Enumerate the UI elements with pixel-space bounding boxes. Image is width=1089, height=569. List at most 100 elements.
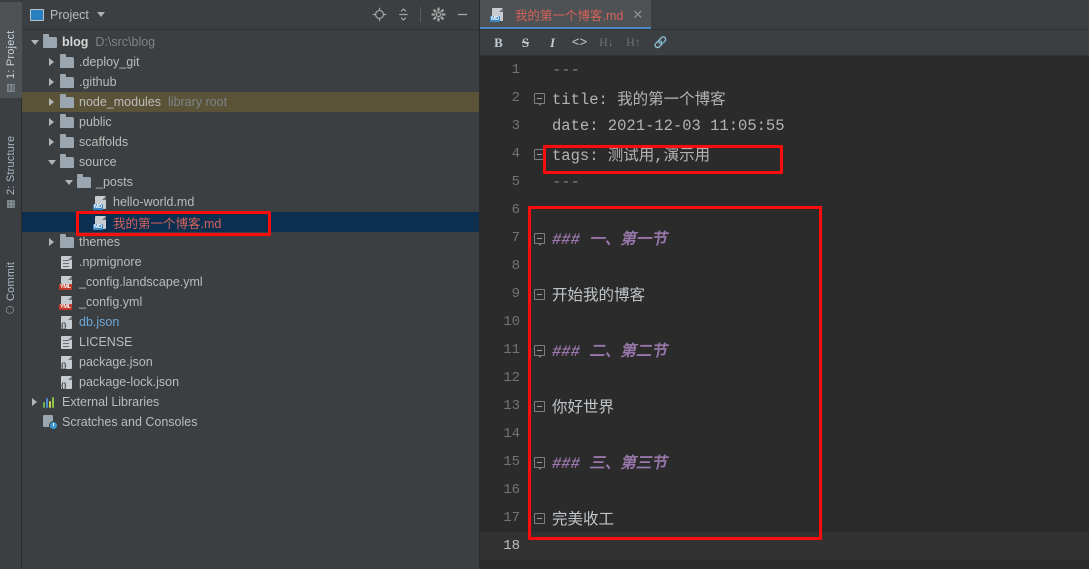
- tree-row-label: Scratches and Consoles: [62, 415, 198, 429]
- fold-toggle-icon[interactable]: [533, 400, 545, 412]
- fold-toggle-icon[interactable]: [533, 512, 545, 524]
- code-line[interactable]: 12: [480, 364, 1089, 392]
- fold-toggle-icon[interactable]: [533, 344, 545, 358]
- project-panel-header: Project: [22, 0, 479, 30]
- tree-expand-arrow-icon[interactable]: [45, 238, 58, 246]
- code-line[interactable]: 17 完美收工: [480, 504, 1089, 532]
- code-line[interactable]: 5 ---: [480, 168, 1089, 196]
- tree-row[interactable]: External Libraries: [22, 392, 479, 412]
- tree-expand-arrow-icon[interactable]: [28, 40, 41, 45]
- tree-row[interactable]: LICENSE: [22, 332, 479, 352]
- rail-tab-project[interactable]: ▤ 1: Project: [0, 2, 22, 98]
- line-number: 12: [503, 370, 520, 386]
- tree-row-label: _config.landscape.yml: [79, 275, 203, 289]
- code-line[interactable]: 10: [480, 308, 1089, 336]
- tree-expand-arrow-icon[interactable]: [45, 58, 58, 66]
- rail-tab-structure[interactable]: ▦ 2: Structure: [0, 104, 22, 214]
- minimize-icon[interactable]: [451, 4, 473, 26]
- tree-expand-arrow-icon[interactable]: [45, 98, 58, 106]
- link-button[interactable]: 🔗: [648, 32, 673, 54]
- line-number: 10: [503, 314, 520, 330]
- tree-row[interactable]: public: [22, 112, 479, 132]
- code-button[interactable]: <>: [567, 32, 592, 54]
- code-line[interactable]: 13 你好世界: [480, 392, 1089, 420]
- code-line[interactable]: 1 ---: [480, 56, 1089, 84]
- project-icon: ▤: [5, 82, 17, 94]
- close-icon[interactable]: ✕: [632, 8, 643, 21]
- code-line[interactable]: 3 date: 2021-12-03 11:05:55: [480, 112, 1089, 140]
- yml-icon: YML: [58, 295, 75, 310]
- tree-row-label: source: [79, 155, 117, 169]
- fold-toggle-icon[interactable]: [533, 288, 545, 300]
- tree-row[interactable]: node_modules library root: [22, 92, 479, 112]
- tree-row[interactable]: .github: [22, 72, 479, 92]
- fold-gutter: [528, 232, 550, 246]
- tree-expand-arrow-icon[interactable]: [45, 78, 58, 86]
- heading-up-button[interactable]: H↑: [621, 32, 646, 54]
- line-number: 6: [511, 202, 520, 218]
- code-editor[interactable]: 1 --- 2 title: 我的第一个博客 3 date: 2021-12-03 11:…: [480, 56, 1089, 569]
- collapse-all-icon[interactable]: [392, 4, 414, 26]
- rail-tab-commit[interactable]: ⎔ Commit: [0, 228, 22, 320]
- tree-row[interactable]: package-lock.json: [22, 372, 479, 392]
- line-number: 7: [511, 230, 520, 246]
- fold-gutter: [528, 148, 550, 160]
- tree-row-hint: library root: [168, 95, 228, 109]
- line-number: 17: [503, 510, 520, 526]
- gear-icon[interactable]: [427, 4, 449, 26]
- tree-expand-arrow-icon[interactable]: [45, 118, 58, 126]
- project-file-tree[interactable]: blog D:\src\blog .deploy_git .github node_mo…: [22, 30, 479, 569]
- code-line-text: date: 2021-12-03 11:05:55: [552, 117, 785, 135]
- tree-row[interactable]: MD 我的第一个博客.md: [22, 212, 479, 232]
- fold-toggle-icon[interactable]: [533, 232, 545, 246]
- locate-icon[interactable]: [368, 4, 390, 26]
- code-line[interactable]: 18: [480, 532, 1089, 560]
- tree-row[interactable]: .deploy_git: [22, 52, 479, 72]
- project-panel-title: Project: [50, 7, 89, 22]
- tree-expand-arrow-icon[interactable]: [45, 138, 58, 146]
- tree-row[interactable]: YML _config.yml: [22, 292, 479, 312]
- bold-button[interactable]: B: [486, 32, 511, 54]
- heading-down-button[interactable]: H↓: [594, 32, 619, 54]
- tree-row[interactable]: YML _config.landscape.yml: [22, 272, 479, 292]
- tree-row[interactable]: package.json: [22, 352, 479, 372]
- tree-row[interactable]: Scratches and Consoles: [22, 412, 479, 432]
- commit-icon: ⎔: [5, 304, 17, 316]
- code-line[interactable]: 8: [480, 252, 1089, 280]
- fold-toggle-icon[interactable]: [533, 148, 545, 160]
- project-view-selector[interactable]: Project: [30, 8, 105, 22]
- tree-expand-arrow-icon[interactable]: [28, 398, 41, 406]
- code-line[interactable]: 16: [480, 476, 1089, 504]
- code-line[interactable]: 7 ### 一、第一节: [480, 224, 1089, 252]
- tree-expand-arrow-icon[interactable]: [62, 180, 75, 185]
- tree-row[interactable]: .npmignore: [22, 252, 479, 272]
- rail-tab-project-label: 1: Project: [5, 30, 17, 79]
- italic-button[interactable]: I: [540, 32, 565, 54]
- tree-row[interactable]: MD hello-world.md: [22, 192, 479, 212]
- strikethrough-button[interactable]: S: [513, 32, 538, 54]
- line-number: 11: [503, 342, 520, 358]
- code-line-text: ### 二、第二节: [552, 343, 667, 361]
- tree-row[interactable]: source: [22, 152, 479, 172]
- folder-icon: [58, 54, 75, 68]
- tree-row[interactable]: blog D:\src\blog: [22, 32, 479, 52]
- line-number: 5: [511, 174, 520, 190]
- fold-toggle-icon[interactable]: [533, 456, 545, 470]
- code-line[interactable]: 6: [480, 196, 1089, 224]
- editor-tab-active[interactable]: MD 我的第一个博客.md ✕: [480, 0, 652, 29]
- tree-row[interactable]: _posts: [22, 172, 479, 192]
- code-line[interactable]: 2 title: 我的第一个博客: [480, 84, 1089, 112]
- code-line[interactable]: 9 开始我的博客: [480, 280, 1089, 308]
- code-line[interactable]: 15 ### 三、第三节: [480, 448, 1089, 476]
- code-line[interactable]: 11 ### 二、第二节: [480, 336, 1089, 364]
- fold-toggle-icon[interactable]: [533, 92, 545, 106]
- code-line[interactable]: 4 tags: 测试用,演示用: [480, 140, 1089, 168]
- tree-row[interactable]: themes: [22, 232, 479, 252]
- tree-row[interactable]: db.json: [22, 312, 479, 332]
- tree-row[interactable]: scaffolds: [22, 132, 479, 152]
- fold-gutter: [528, 512, 550, 524]
- tree-expand-arrow-icon[interactable]: [45, 160, 58, 165]
- md-file-icon: MD: [489, 8, 506, 22]
- code-line[interactable]: 14: [480, 420, 1089, 448]
- line-number: 1: [511, 62, 520, 78]
